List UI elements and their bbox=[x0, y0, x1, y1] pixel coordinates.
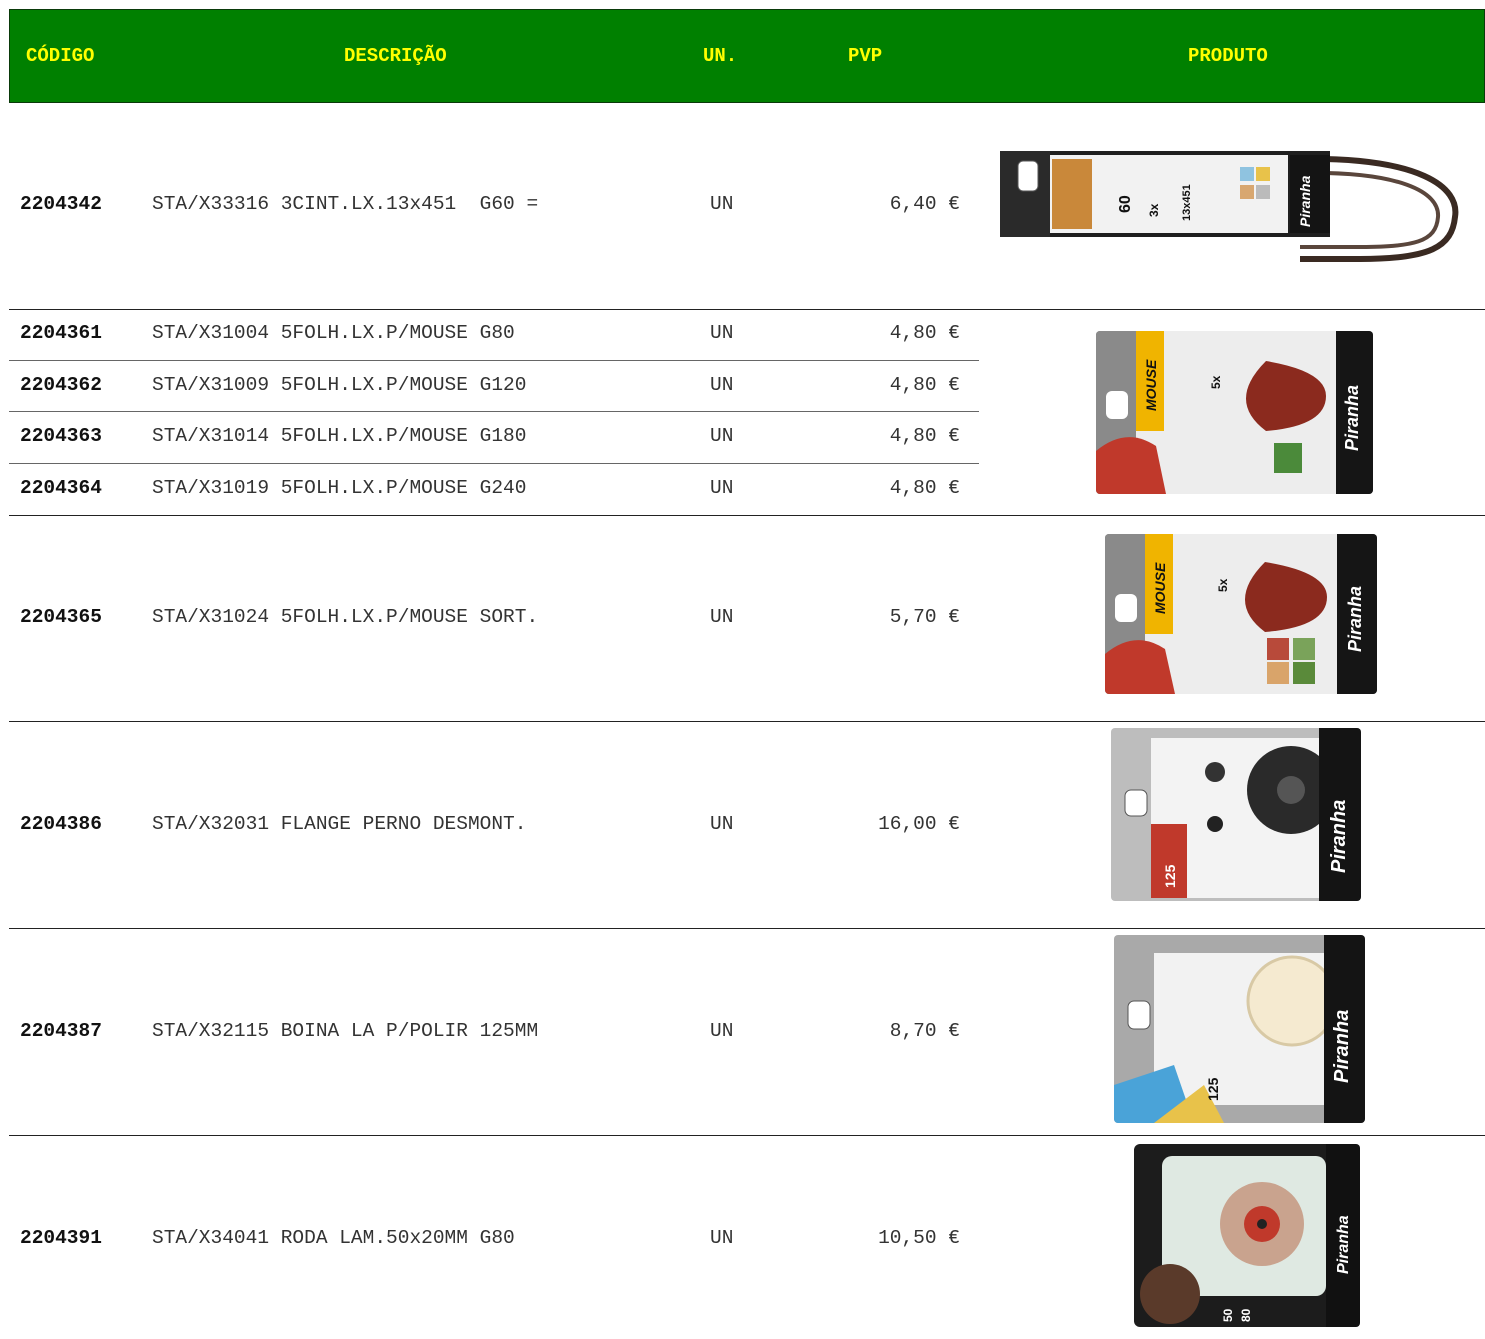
product-image-flange: 125 Piranha bbox=[1111, 728, 1361, 901]
product-image-mouse-assortment: Piranha MOUSE 5x bbox=[1105, 534, 1377, 694]
product-name-label: MOUSE bbox=[1152, 562, 1168, 614]
row-descricao: STA/X31024 5FOLH.LX.P/MOUSE SORT. bbox=[152, 606, 539, 628]
row-un: UN bbox=[710, 425, 734, 447]
row-codigo: 2204342 bbox=[20, 193, 102, 215]
product-qty-label: 5x bbox=[1216, 578, 1230, 592]
row-descricao: STA/X34041 RODA LAM.50x20MM G80 bbox=[152, 1227, 515, 1249]
row-descricao: STA/X31019 5FOLH.LX.P/MOUSE G240 bbox=[152, 477, 527, 499]
row-divider bbox=[9, 360, 979, 361]
row-pvp: 10,50 € bbox=[878, 1227, 960, 1249]
row-divider bbox=[9, 721, 1485, 722]
row-un: UN bbox=[710, 1020, 734, 1042]
product-image-flap-wheel: 50 80 Piranha bbox=[1134, 1144, 1360, 1327]
product-image-bonnet: 125 Piranha bbox=[1114, 935, 1365, 1123]
product-brand-label: Piranha bbox=[1328, 800, 1350, 873]
row-pvp: 4,80 € bbox=[889, 374, 960, 396]
product-qty-label: 5x bbox=[1209, 375, 1223, 389]
product-size-label: 50 bbox=[1221, 1308, 1235, 1322]
row-divider bbox=[9, 309, 1485, 310]
row-descricao: STA/X31009 5FOLH.LX.P/MOUSE G120 bbox=[152, 374, 527, 396]
product-qty-label: 3x bbox=[1147, 203, 1161, 217]
product-size-label: 125 bbox=[1205, 1077, 1221, 1101]
product-size-label: 13x451 bbox=[1181, 184, 1193, 221]
row-codigo: 2204363 bbox=[20, 425, 102, 447]
row-codigo: 2204386 bbox=[20, 813, 102, 835]
row-un: UN bbox=[710, 322, 734, 344]
row-un: UN bbox=[710, 606, 734, 628]
row-codigo: 2204361 bbox=[20, 322, 102, 344]
col-pvp: PVP bbox=[848, 45, 883, 67]
row-divider bbox=[9, 1135, 1485, 1136]
product-image-sanding-belt: Piranha 60 3x 13x451 bbox=[1000, 147, 1460, 265]
product-brand-label: Piranha bbox=[1345, 586, 1365, 652]
row-descricao: STA/X31014 5FOLH.LX.P/MOUSE G180 bbox=[152, 425, 527, 447]
product-brand-label: Piranha bbox=[1331, 1010, 1353, 1083]
product-brand-label: Piranha bbox=[1297, 175, 1313, 227]
row-descricao: STA/X32031 FLANGE PERNO DESMONT. bbox=[152, 813, 527, 835]
row-divider bbox=[9, 463, 979, 464]
row-un: UN bbox=[710, 1227, 734, 1249]
row-un: UN bbox=[710, 477, 734, 499]
col-un: UN. bbox=[703, 45, 738, 67]
product-size-label: 125 bbox=[1162, 864, 1178, 888]
row-pvp: 4,80 € bbox=[889, 477, 960, 499]
product-name-label: MOUSE bbox=[1143, 359, 1159, 411]
row-codigo: 2204362 bbox=[20, 374, 102, 396]
row-divider bbox=[9, 515, 1485, 516]
row-codigo: 2204391 bbox=[20, 1227, 102, 1249]
row-descricao: STA/X33316 3CINT.LX.13x451 G60 = bbox=[152, 193, 539, 215]
product-brand-label: Piranha bbox=[1342, 385, 1362, 451]
row-divider bbox=[9, 928, 1485, 929]
row-pvp: 4,80 € bbox=[889, 425, 960, 447]
row-un: UN bbox=[710, 374, 734, 396]
row-codigo: 2204365 bbox=[20, 606, 102, 628]
row-pvp: 8,70 € bbox=[889, 1020, 960, 1042]
row-pvp: 5,70 € bbox=[889, 606, 960, 628]
row-pvp: 4,80 € bbox=[889, 322, 960, 344]
row-un: UN bbox=[710, 813, 734, 835]
col-produto: PRODUTO bbox=[1188, 45, 1268, 67]
row-codigo: 2204364 bbox=[20, 477, 102, 499]
row-pvp: 16,00 € bbox=[878, 813, 960, 835]
product-grit-label: 60 bbox=[1117, 195, 1134, 213]
product-brand-label: Piranha bbox=[1335, 1215, 1352, 1274]
col-codigo: CÓDIGO bbox=[26, 45, 95, 67]
table-header: CÓDIGO DESCRIÇÃO UN. PVP PRODUTO bbox=[9, 9, 1485, 103]
row-descricao: STA/X31004 5FOLH.LX.P/MOUSE G80 bbox=[152, 322, 515, 344]
product-grit-label: 80 bbox=[1239, 1308, 1253, 1322]
col-descricao: DESCRIÇÃO bbox=[344, 45, 447, 67]
row-descricao: STA/X32115 BOINA LA P/POLIR 125MM bbox=[152, 1020, 539, 1042]
row-codigo: 2204387 bbox=[20, 1020, 102, 1042]
row-divider bbox=[9, 411, 979, 412]
row-pvp: 6,40 € bbox=[889, 193, 960, 215]
row-un: UN bbox=[710, 193, 734, 215]
product-image-mouse-sheets: Piranha MOUSE 5x bbox=[1096, 331, 1373, 494]
